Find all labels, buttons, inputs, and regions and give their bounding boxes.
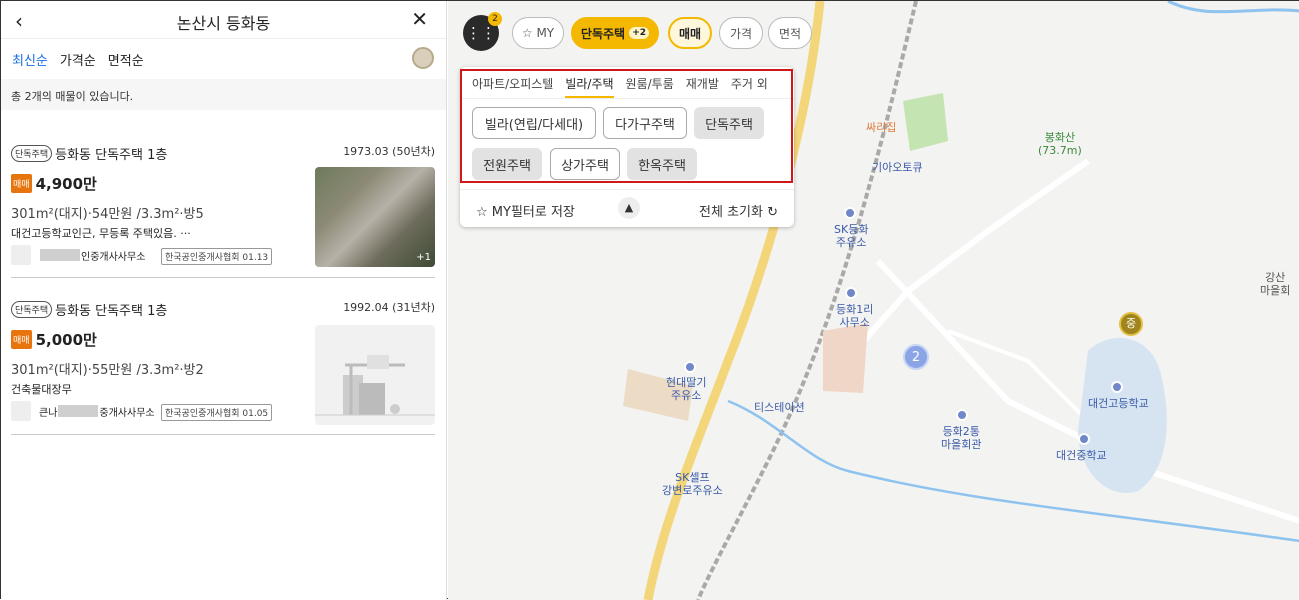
map-label-daegun-high: 대건고등학교	[1088, 397, 1149, 410]
close-icon[interactable]: ✕	[411, 7, 428, 31]
deal-badge: 매매	[11, 174, 32, 193]
save-my-filter-button[interactable]: ☆ MY필터로 저장	[476, 201, 575, 220]
agent-info: 인중개사사무소	[11, 245, 145, 265]
save-label: MY필터로 저장	[491, 205, 575, 220]
map-label-gangsan: 강산 마을회	[1260, 271, 1291, 297]
listing-desc: 건축물대장무	[11, 383, 72, 396]
sliders-icon: ⋮⋮	[466, 24, 496, 42]
build-year: 1992.04 (31년차)	[343, 301, 435, 314]
building-illustration-icon	[315, 355, 435, 416]
chevron-up-icon[interactable]: ▲	[618, 197, 640, 219]
association-tag: 한국공인중개사협회 01.05	[161, 404, 273, 421]
association-tag: 한국공인중개사협회 01.13	[161, 248, 273, 265]
deal-chip[interactable]: 매매	[668, 17, 712, 49]
avatar	[11, 401, 31, 421]
map-label-bonghwasan: 봉화산 (73.7m)	[1038, 131, 1082, 157]
sort-area[interactable]: 면적순	[108, 50, 144, 69]
office-icon[interactable]	[845, 287, 857, 299]
area-chip[interactable]: 면적	[768, 17, 812, 49]
reset-button[interactable]: 전체 초기화 ↻	[699, 201, 778, 220]
map-label-donghwa1: 등화1리 사무소	[836, 303, 874, 329]
listing-cluster-marker[interactable]: 2	[903, 344, 929, 370]
build-year: 1973.03 (50년차)	[343, 145, 435, 158]
listing-panel: ‹ 논산시 등화동 ✕ 최신순 가격순 면적순 총 2개의 매물이 있습니다. …	[1, 1, 447, 600]
agent-prefix: 큰나	[39, 407, 58, 419]
listing-price: 5,000만	[35, 331, 97, 349]
blurred-text	[58, 405, 99, 417]
listing-title: 등화동 단독주택 1층	[55, 148, 168, 163]
map-view[interactable]: 싸리집 기아오토큐 SK등화 주유소 등화1리 사무소 현대딸기 주유소 티스테…	[448, 1, 1299, 600]
listing-spec: 301m²(대지)·54만원 /3.3m²·방5	[11, 207, 204, 222]
listing-desc: 대건고등학교인근, 무등록 주택있음. ···	[11, 227, 191, 240]
divider	[460, 189, 794, 190]
sort-bar: 최신순 가격순 면적순	[1, 39, 446, 79]
map-label-hyundai: 현대딸기 주유소	[666, 376, 707, 402]
page-title: 논산시 등화동	[176, 14, 271, 33]
type-chip-label: 단독주택	[580, 26, 626, 41]
map-label-giao: 기아오토큐	[872, 161, 923, 174]
map-label-daegun-mid: 대건중학교	[1056, 449, 1107, 462]
map-label-sk-self: SK셀프 강변로주유소	[662, 471, 723, 497]
my-label: MY	[536, 26, 555, 40]
star-icon: ☆	[476, 205, 488, 220]
highlight-box	[460, 69, 793, 183]
gas-station-icon[interactable]	[844, 207, 856, 219]
reset-label: 전체 초기화	[699, 205, 763, 220]
listing-count: 총 2개의 매물이 있습니다.	[1, 79, 446, 110]
office-icon[interactable]	[956, 409, 968, 421]
sort-latest[interactable]: 최신순	[12, 50, 48, 69]
avatar	[11, 245, 31, 265]
listing-title: 등화동 단독주택 1층	[55, 304, 168, 319]
refresh-icon: ↻	[767, 205, 778, 220]
sort-price[interactable]: 가격순	[60, 50, 96, 69]
listing-item[interactable]: 단독주택 등화동 단독주택 1층 1973.03 (50년차) 매매 4,900만 …	[11, 141, 435, 278]
star-icon: ☆	[521, 26, 533, 40]
gas-station-icon[interactable]	[684, 361, 696, 373]
filter-count-badge: 2	[488, 12, 502, 26]
type-tag: 단독주택	[11, 301, 53, 318]
type-chip[interactable]: 단독주택 +2	[571, 17, 659, 49]
agent-suffix: 중개사사무소	[99, 407, 155, 419]
panel-header: ‹ 논산시 등화동 ✕	[1, 1, 446, 39]
listing-spec: 301m²(대지)·55만원 /3.3m²·방2	[11, 363, 204, 378]
listing-photo[interactable]: +1	[315, 167, 435, 267]
listing-price: 4,900만	[35, 175, 97, 193]
photo-count: +1	[416, 252, 431, 263]
price-chip[interactable]: 가격	[719, 17, 763, 49]
map-label-tistation: 티스테이션	[754, 401, 805, 414]
filter-button[interactable]: ⋮⋮ 2	[463, 12, 502, 51]
blurred-text	[40, 249, 80, 261]
map-label-donghwa2: 등화2통 마을회관	[941, 425, 982, 451]
agent-info: 큰나 중개사사무소	[11, 401, 155, 421]
refresh-icon[interactable]	[412, 47, 434, 69]
type-tag: 단독주택	[11, 145, 53, 162]
middle-school-badge[interactable]: 중	[1119, 312, 1143, 336]
placeholder-image	[315, 325, 435, 425]
map-label-ssarijip: 싸리집	[866, 121, 897, 134]
school-icon[interactable]	[1078, 433, 1090, 445]
deal-badge: 매매	[11, 330, 32, 349]
school-icon[interactable]	[1111, 381, 1123, 393]
type-more-badge: +2	[629, 27, 650, 39]
my-filter-chip[interactable]: ☆ MY	[512, 17, 564, 49]
agent-suffix: 인중개사사무소	[81, 251, 146, 263]
listing-item[interactable]: 단독주택 등화동 단독주택 1층 1992.04 (31년차) 매매 5,000만 …	[11, 297, 435, 435]
map-label-sk-donghwa: SK등화 주유소	[834, 223, 869, 249]
